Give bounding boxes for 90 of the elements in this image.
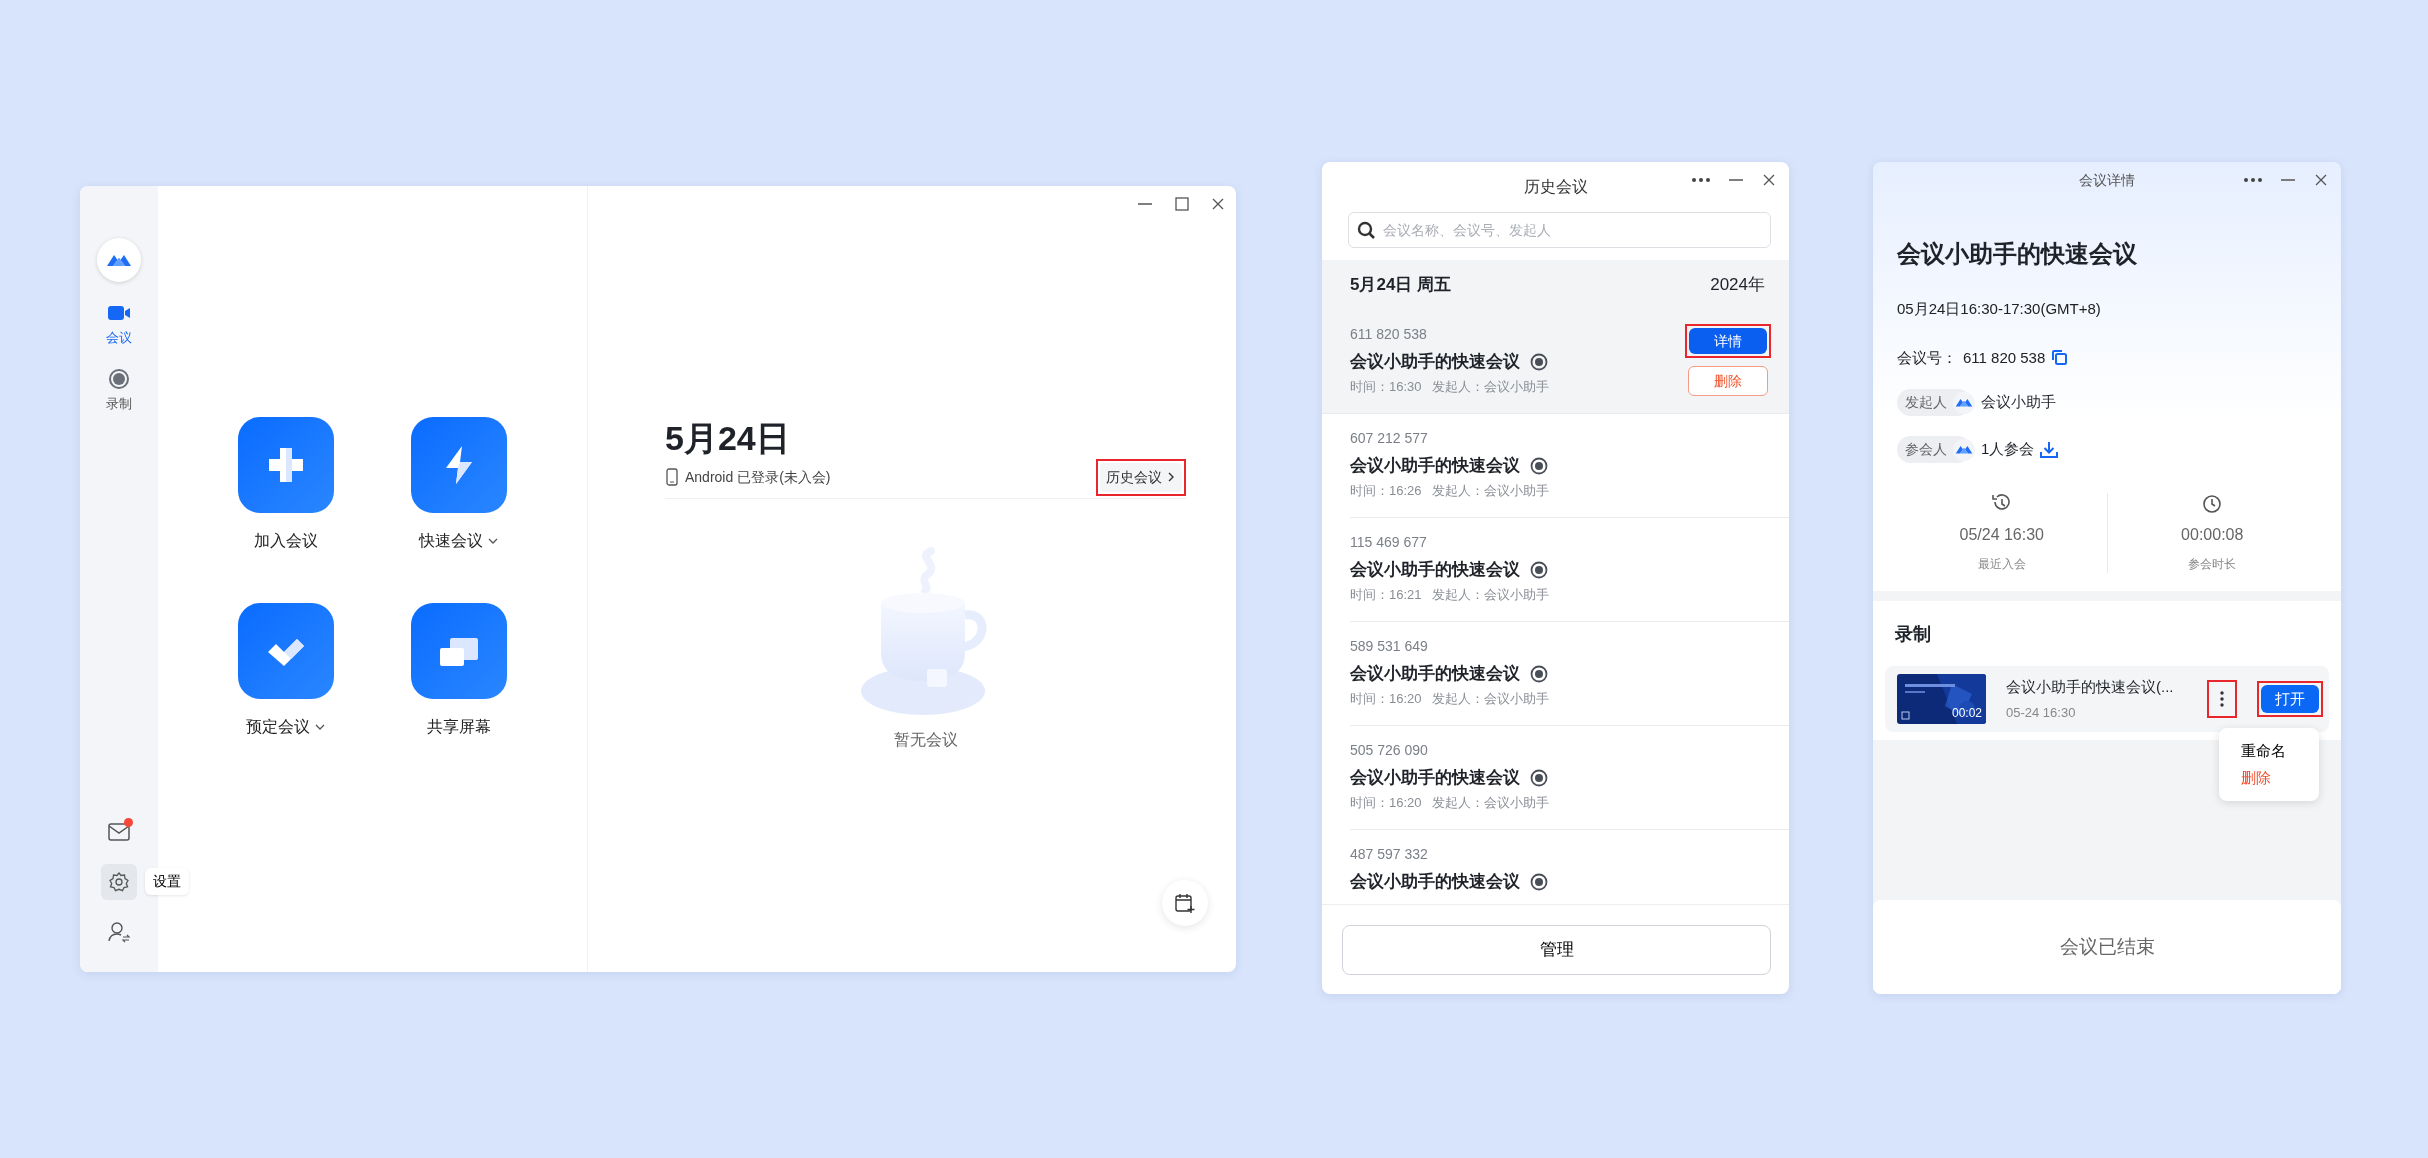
record-icon bbox=[1530, 872, 1548, 891]
meeting-row[interactable]: 115 469 677 会议小助手的快速会议 时间：16:21 发起人：会议小助手 bbox=[1350, 518, 1789, 622]
meeting-title: 会议小助手的快速会议 bbox=[1350, 351, 1520, 373]
meeting-title: 会议小助手的快速会议 bbox=[1350, 871, 1520, 893]
download-icon[interactable] bbox=[2040, 441, 2059, 458]
chevron-icon bbox=[1166, 471, 1176, 484]
action-button[interactable]: 共享屏幕 bbox=[384, 603, 534, 739]
menu-item[interactable]: 删除 bbox=[2219, 764, 2295, 791]
participant-count: 1人参会 bbox=[1981, 439, 2035, 460]
search-field[interactable]: 会议名称、会议号、发起人 bbox=[1348, 212, 1771, 248]
record-icon bbox=[1530, 560, 1548, 579]
add-schedule-button[interactable] bbox=[1162, 880, 1208, 926]
meeting-time: 时间：16:30 bbox=[1350, 377, 1422, 396]
more-icon bbox=[2220, 691, 2224, 707]
meeting-number-label: 会议号： bbox=[1897, 347, 1957, 368]
stat-value: 00:00:08 bbox=[2181, 525, 2244, 545]
meeting-time: 时间：16:20 bbox=[1350, 689, 1422, 708]
action-button[interactable]: 预定会议 bbox=[211, 603, 361, 739]
history-link[interactable]: 历史会议 bbox=[1100, 462, 1182, 492]
user-swap-icon bbox=[107, 920, 131, 944]
meeting-number: 589 531 649 bbox=[1350, 637, 1429, 656]
meeting-title: 会议小助手的快速会议 bbox=[1350, 767, 1520, 789]
meeting-row[interactable]: 589 531 649 会议小助手的快速会议 时间：16:20 发起人：会议小助手 bbox=[1350, 622, 1789, 726]
meeting-time-range: 05月24日16:30-17:30(GMT+8) bbox=[1897, 299, 2102, 319]
avatar-icon bbox=[1953, 438, 1975, 461]
record-icon bbox=[1530, 456, 1548, 475]
year-label: 2024年 bbox=[1710, 274, 1765, 297]
date-heading: 5月24日 bbox=[665, 418, 791, 459]
action-button[interactable]: 快速会议 bbox=[384, 417, 534, 553]
stat-label: 最近入会 bbox=[1977, 556, 2026, 573]
meeting-row[interactable]: 607 212 577 会议小助手的快速会议 时间：16:26 发起人：会议小助手 bbox=[1350, 414, 1789, 518]
open-button[interactable]: 打开 bbox=[2261, 685, 2319, 713]
avatar-icon bbox=[1953, 391, 1975, 414]
sidebar-tab[interactable]: 录制 bbox=[106, 367, 132, 413]
mail-icon bbox=[108, 823, 130, 841]
meeting-number: 611 820 538 bbox=[1350, 325, 1428, 344]
empty-message: 暂无会议 bbox=[892, 729, 959, 750]
calendar-add-icon bbox=[1174, 892, 1196, 914]
record-icon bbox=[1530, 768, 1548, 787]
meeting-number: 607 212 577 bbox=[1350, 429, 1429, 448]
record-icon bbox=[107, 367, 131, 390]
close-icon[interactable] bbox=[2313, 172, 2329, 188]
device-status: Android 已登录(未入会) bbox=[685, 467, 831, 487]
meeting-title: 会议小助手的快速会议 bbox=[1350, 559, 1520, 581]
record-icon bbox=[1530, 352, 1548, 371]
meeting-time: 时间：16:20 bbox=[1350, 793, 1422, 812]
delete-button[interactable]: 删除 bbox=[1688, 366, 1768, 396]
date-label: 5月24日 周五 bbox=[1350, 274, 1452, 297]
clock-icon bbox=[2201, 493, 2224, 515]
close-icon[interactable] bbox=[1210, 196, 1226, 212]
close-icon[interactable] bbox=[1761, 172, 1777, 188]
record-icon bbox=[1530, 664, 1548, 683]
meeting-number: 115 469 677 bbox=[1350, 533, 1428, 552]
app-logo bbox=[97, 238, 141, 282]
phone-icon bbox=[665, 468, 679, 487]
meeting-initiator: 发起人：会议小助手 bbox=[1431, 793, 1549, 812]
meeting-row[interactable]: 611 820 538 会议小助手的快速会议 时间：16:30 发起人：会议小助手 详情 删除 bbox=[1322, 310, 1789, 414]
meeting-title: 会议小助手的快速会议 bbox=[1897, 239, 2138, 269]
recording-date: 05-24 16:30 bbox=[2006, 703, 2077, 722]
copy-icon[interactable] bbox=[2051, 349, 2069, 367]
meeting-initiator: 发起人：会议小助手 bbox=[1431, 585, 1549, 604]
stat-label: 参会时长 bbox=[2188, 556, 2237, 573]
meeting-row[interactable]: 505 726 090 会议小助手的快速会议 时间：16:20 发起人：会议小助手 bbox=[1350, 726, 1789, 830]
meeting-title: 会议小助手的快速会议 bbox=[1350, 455, 1520, 477]
window-title: 历史会议 bbox=[1523, 177, 1588, 197]
recording-title: 会议小助手的快速会议(... bbox=[2006, 677, 2175, 697]
sidebar-tab[interactable]: 会议 bbox=[106, 302, 132, 348]
action-button[interactable]: 加入会议 bbox=[211, 417, 361, 553]
maximize-icon[interactable] bbox=[1174, 196, 1190, 212]
host-name: 会议小助手 bbox=[1981, 392, 2056, 413]
meeting-initiator: 发起人：会议小助手 bbox=[1431, 481, 1549, 500]
meeting-initiator: 发起人：会议小助手 bbox=[1431, 377, 1549, 396]
stat-value: 05/24 16:30 bbox=[1959, 525, 2044, 545]
section-heading: 录制 bbox=[1894, 623, 1932, 646]
tooltip: 设置 bbox=[145, 868, 189, 895]
meeting-number: 487 597 332 bbox=[1350, 845, 1429, 864]
meeting-ended-status: 会议已结束 bbox=[1873, 900, 2341, 994]
video-duration: 00:02 bbox=[1951, 705, 1982, 722]
settings-icon bbox=[108, 871, 130, 893]
meeting-time: 时间：16:21 bbox=[1350, 585, 1422, 604]
window-title: 会议详情 bbox=[2079, 170, 2135, 190]
meeting-title: 会议小助手的快速会议 bbox=[1350, 663, 1520, 685]
meeting-number: 611 820 538 bbox=[1963, 347, 2046, 368]
meeting-number: 505 726 090 bbox=[1350, 741, 1429, 760]
meeting-initiator: 发起人：会议小助手 bbox=[1431, 689, 1549, 708]
menu-item[interactable]: 重命名 bbox=[2219, 738, 2310, 765]
meeting-time: 时间：16:26 bbox=[1350, 481, 1422, 500]
manage-button[interactable]: 管理 bbox=[1342, 924, 1771, 975]
search-icon bbox=[1357, 221, 1375, 239]
details-button[interactable]: 详情 bbox=[1689, 328, 1767, 354]
